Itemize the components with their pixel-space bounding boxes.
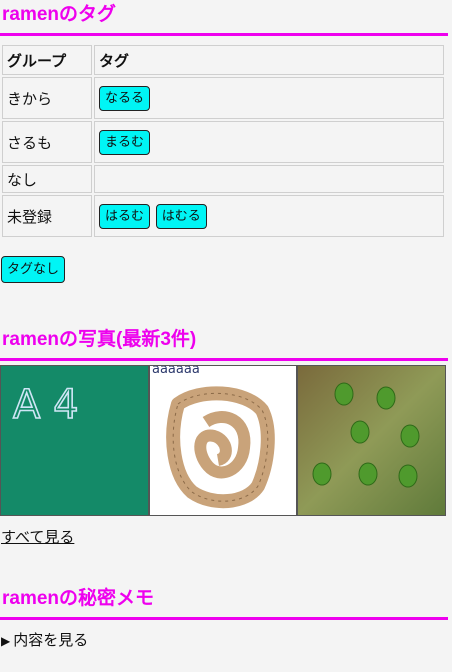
tag-cell: なるる bbox=[94, 77, 444, 119]
tag-table: グループ タグ きから なるる さるも まるむ なし 未登録 はるむ はむる bbox=[0, 43, 446, 239]
triangle-right-icon: ▶ bbox=[1, 634, 11, 648]
tag-button[interactable]: はるむ bbox=[99, 203, 151, 229]
memo-toggle[interactable]: ▶ 内容を見る bbox=[1, 629, 88, 650]
see-all-link[interactable]: すべて見る bbox=[1, 526, 74, 547]
tag-button[interactable]: なるる bbox=[99, 85, 151, 111]
header-tag: タグ bbox=[94, 45, 444, 75]
header-group: グループ bbox=[2, 45, 92, 75]
group-cell: さるも bbox=[2, 121, 92, 163]
table-row: さるも まるむ bbox=[2, 121, 444, 163]
photo-sketch-caption: aaaaaa bbox=[152, 366, 200, 377]
table-row: なし bbox=[2, 165, 444, 193]
photo-grid: A 4 aaaaaa bbox=[0, 365, 447, 516]
tag-cell: まるむ bbox=[94, 121, 444, 163]
tag-table-header: グループ タグ bbox=[2, 45, 444, 75]
tag-cell bbox=[94, 165, 444, 193]
tag-button[interactable]: まるむ bbox=[99, 129, 151, 155]
tag-cell: はるむ はむる bbox=[94, 195, 444, 237]
table-row: 未登録 はるむ はむる bbox=[2, 195, 444, 237]
group-cell: 未登録 bbox=[2, 195, 92, 237]
no-tag-button[interactable]: タグなし bbox=[1, 256, 66, 283]
photo-thumbnail-sketch[interactable]: aaaaaa bbox=[148, 365, 298, 516]
group-cell: きから bbox=[2, 77, 92, 119]
memo-section-title: ramenの秘密メモ bbox=[0, 586, 448, 620]
group-cell: なし bbox=[2, 165, 92, 193]
memo-toggle-label: 内容を見る bbox=[13, 631, 89, 649]
photos-section-title: ramenの写真(最新3件) bbox=[0, 327, 448, 361]
tag-button[interactable]: はむる bbox=[155, 203, 207, 229]
photo-thumbnail-peppers[interactable] bbox=[297, 365, 447, 516]
tags-section-title: ramenのタグ bbox=[0, 2, 448, 36]
photo-thumbnail-chalkboard[interactable]: A 4 bbox=[0, 365, 149, 516]
table-row: きから なるる bbox=[2, 77, 444, 119]
photo-chalk-text: A 4 bbox=[13, 382, 79, 428]
